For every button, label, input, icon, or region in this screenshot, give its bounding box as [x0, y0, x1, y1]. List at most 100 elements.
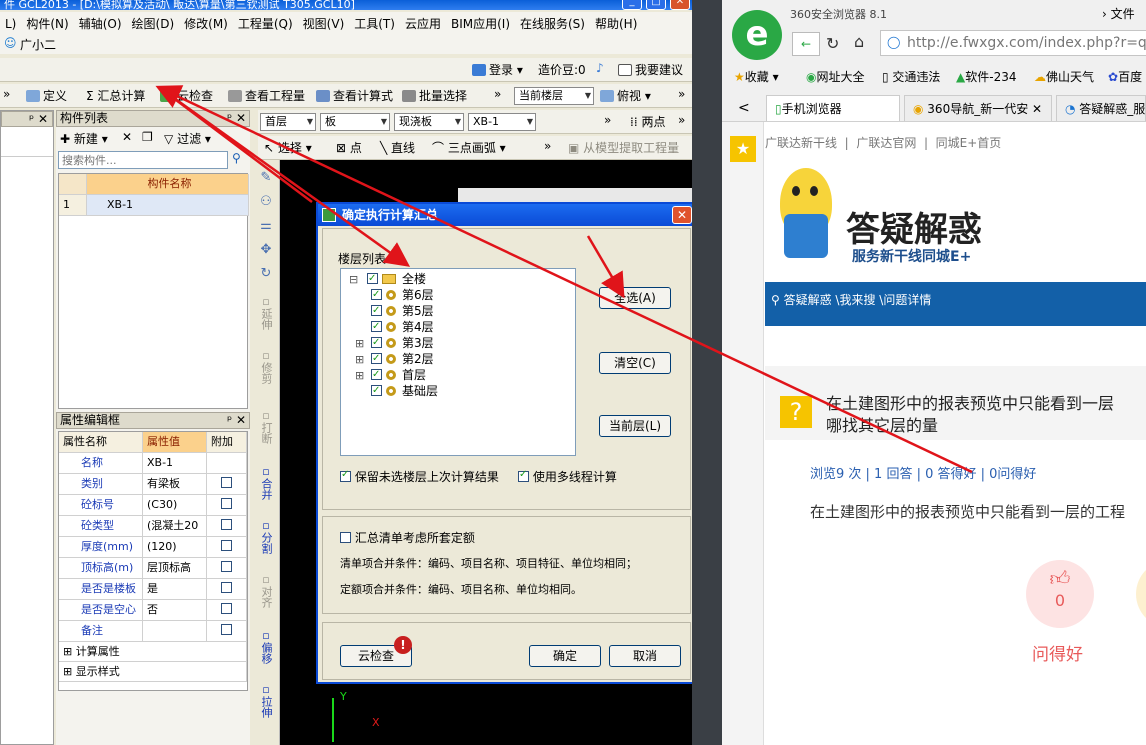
prop-extra-checkbox[interactable]	[221, 477, 232, 488]
floor-checkbox[interactable]	[371, 367, 382, 383]
bell-icon[interactable]: ♪	[596, 61, 604, 75]
floor-checkbox[interactable]	[371, 303, 382, 319]
prop-value[interactable]: (C30)	[143, 495, 207, 516]
prop-extra-checkbox[interactable]	[221, 603, 232, 614]
arc-button[interactable]: ⌒ 三点画弧 ▾	[432, 139, 506, 156]
address-bar[interactable]: ◯ http://e.fwxgx.com/index.php?r=qu	[880, 30, 1146, 56]
floor-tree-item[interactable]: ⊞ 首层	[355, 367, 426, 384]
toolbar-overflow-icon-4[interactable]: »	[604, 113, 611, 127]
consider-quota-checkbox[interactable]: 汇总清单考虑所套定额	[340, 529, 475, 546]
tab-mobile-browser[interactable]: ▯手机浏览器	[766, 95, 900, 121]
menu-item-bim[interactable]: BIM应用(I)	[446, 12, 515, 35]
current-floor-button[interactable]: 当前层(L)	[599, 415, 671, 437]
prop-extra-checkbox[interactable]	[221, 519, 232, 530]
category-select[interactable]: 板	[320, 113, 390, 131]
bookmark-weather[interactable]: ☁佛山天气	[1034, 68, 1094, 85]
move-icon[interactable]: ✥	[254, 243, 278, 256]
tree-expander-icon[interactable]: ⊞	[355, 352, 369, 368]
panel-close-icon[interactable]: ᵖ ✕	[227, 111, 246, 126]
toolbar-overflow-icon-6[interactable]: »	[544, 139, 551, 153]
bookmark-software[interactable]: ▲软件-234	[956, 68, 1016, 85]
keep-results-checkbox[interactable]: 保留未选楼层上次计算结果	[340, 468, 499, 485]
point-button[interactable]: ⊠ 点	[336, 139, 362, 156]
floor-tree-item[interactable]: ⊟ 全楼	[349, 271, 426, 288]
link-glodon-xgx[interactable]: 广联达新干线	[765, 136, 837, 150]
like-button[interactable]: 👍︎ 0	[1026, 560, 1094, 628]
toolbar-overflow-icon[interactable]: »	[3, 87, 10, 101]
component-search-input[interactable]	[58, 151, 228, 169]
refresh-icon[interactable]: ↻	[826, 34, 839, 53]
vertical-tool[interactable]: ▫ 延伸	[254, 296, 278, 331]
prop-extra-checkbox[interactable]	[221, 624, 232, 635]
vertical-tool[interactable]: ▫ 拉伸	[254, 684, 278, 719]
prop-group[interactable]: ⊞ 显示样式	[59, 662, 247, 682]
panel-close-icon-2[interactable]: ᵖ ✕	[227, 413, 246, 428]
delete-icon[interactable]: ✕	[122, 130, 132, 144]
prop-value[interactable]: 否	[143, 600, 207, 621]
prop-value[interactable]: 层顶标高	[143, 558, 207, 579]
floor-scope-select[interactable]: 当前楼层	[514, 87, 594, 105]
ok-button[interactable]: 确定	[529, 645, 601, 667]
toolbar-overflow-icon-2[interactable]: »	[494, 87, 501, 101]
prop-extra-checkbox[interactable]	[221, 540, 232, 551]
extract-model-button[interactable]: ▣ 从模型提取工程量	[568, 139, 679, 156]
menu-item-cloud[interactable]: 云应用	[400, 12, 446, 35]
menu-item-l[interactable]: L)	[0, 14, 21, 34]
floor-tree-item[interactable]: ⊞ 第3层	[355, 335, 434, 352]
prop-value[interactable]: 有梁板	[143, 474, 207, 495]
sidebar-favorite-icon[interactable]: ★	[730, 136, 756, 162]
floor-checkbox[interactable]	[371, 335, 382, 351]
tree-expander-icon[interactable]: ⊞	[355, 336, 369, 352]
tree-expander-icon[interactable]: ⊞	[355, 368, 369, 384]
bookmark-traffic[interactable]: ▯ 交通违法	[882, 68, 940, 85]
tab-close-icon[interactable]: ✕	[1028, 102, 1042, 116]
toolbar-overflow-icon-5[interactable]: »	[678, 113, 685, 127]
vertical-tool[interactable]: ▫ 偏移	[254, 630, 278, 665]
menu-item-component[interactable]: 构件(N)	[21, 12, 73, 35]
menu-item-axis[interactable]: 辅轴(O)	[74, 12, 127, 35]
define-button[interactable]: 定义	[26, 87, 67, 104]
bookmark-sites[interactable]: ◉网址大全	[806, 68, 865, 85]
maximize-icon[interactable]: □	[646, 0, 666, 10]
vertical-tool[interactable]: ▫ 对齐	[254, 574, 278, 609]
cloud-check-button[interactable]: 云检查	[160, 87, 213, 104]
floor-tree-item[interactable]: 第6层	[371, 287, 434, 303]
copy-icon[interactable]: ❐	[142, 130, 153, 144]
select-button[interactable]: ↖ 选择 ▾	[264, 139, 312, 156]
select-all-button[interactable]: 全选(A)	[599, 287, 671, 309]
view-mode-button[interactable]: 俯视 ▾	[600, 87, 651, 104]
menu-item-help[interactable]: 帮助(H)	[590, 12, 642, 35]
menu-item-online[interactable]: 在线服务(S)	[515, 12, 590, 35]
floor-tree-item[interactable]: 第4层	[371, 319, 434, 335]
prop-extra-checkbox[interactable]	[221, 561, 232, 572]
filter-button[interactable]: ▽ 过滤 ▾	[164, 130, 211, 147]
login-button[interactable]: 登录 ▾	[472, 61, 523, 78]
menu-item-quantity[interactable]: 工程量(Q)	[233, 12, 298, 35]
user-tab[interactable]: 广小二	[20, 36, 56, 53]
vertical-tool[interactable]: ▫ 修剪	[254, 350, 278, 385]
minimize-icon[interactable]: _	[622, 0, 642, 10]
rotate-icon[interactable]: ↻	[254, 267, 278, 280]
prop-extra-checkbox[interactable]	[221, 582, 232, 593]
view-formula-button[interactable]: 查看计算式	[316, 87, 393, 104]
batch-select-button[interactable]: 批量选择	[402, 87, 467, 104]
link-tongcheng-home[interactable]: 同城E+首页	[936, 136, 1002, 150]
home-icon[interactable]: ⌂	[854, 32, 864, 51]
menu-item-view[interactable]: 视图(V)	[298, 12, 350, 35]
prop-extra-checkbox[interactable]	[221, 498, 232, 509]
close-icon[interactable]: ✕	[670, 0, 690, 10]
toolbar-overflow-icon-3[interactable]: »	[678, 87, 685, 101]
clear-button[interactable]: 清空(C)	[599, 352, 671, 374]
floor-tree-item[interactable]: ⊞ 第2层	[355, 351, 434, 368]
back-icon[interactable]: ←	[792, 32, 820, 56]
tab-qa[interactable]: ◔ 答疑解惑_服	[1056, 95, 1146, 121]
floor-tree-item[interactable]: 基础层	[371, 383, 438, 399]
menu-item-modify[interactable]: 修改(M)	[179, 12, 233, 35]
view-quantity-button[interactable]: 查看工程量	[228, 87, 305, 104]
two-points-button[interactable]: ⁞⁞ 两点	[630, 113, 665, 130]
floor-checkbox[interactable]	[371, 319, 382, 335]
prop-value[interactable]: (120)	[143, 537, 207, 558]
floor-checkbox[interactable]	[367, 271, 378, 287]
tab-360-nav[interactable]: ◉ 360导航_新一代安 ✕	[904, 95, 1052, 121]
vertical-tool[interactable]: ▫ 合并	[254, 466, 278, 501]
